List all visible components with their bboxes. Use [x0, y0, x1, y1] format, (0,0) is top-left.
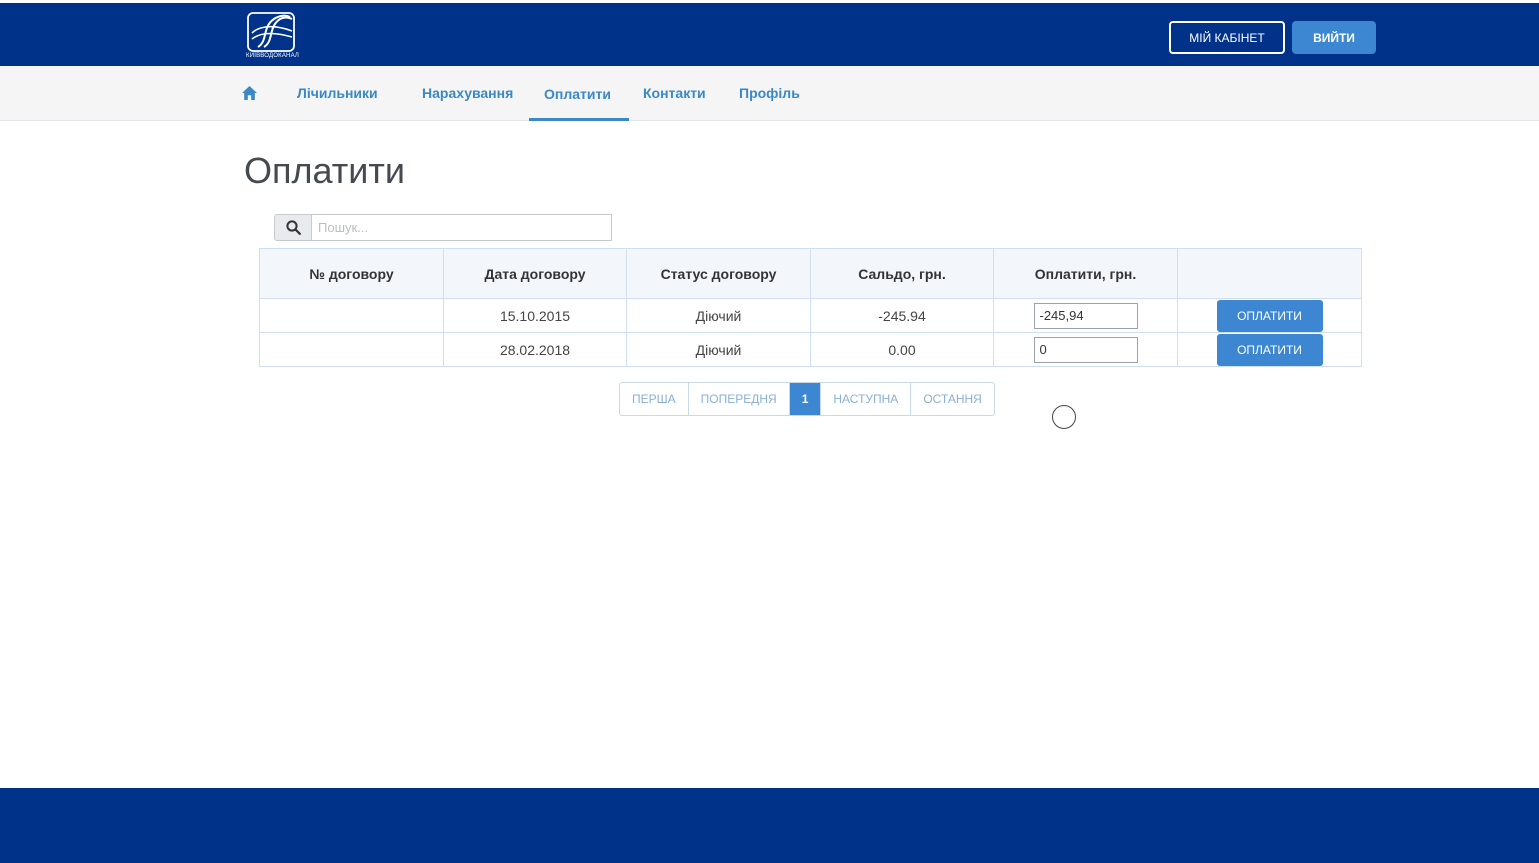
- my-cabinet-button[interactable]: МІЙ КАБІНЕТ: [1169, 21, 1285, 54]
- top-header: КИЇВВОДОКАНАЛ МІЙ КАБІНЕТ ВИЙТИ: [0, 0, 1539, 66]
- pay-action-cell: ОПЛАТИТИ: [1177, 332, 1362, 367]
- main-nav: Лічильники Нарахування Оплатити Контакти…: [0, 66, 1539, 121]
- pay-action-cell: ОПЛАТИТИ: [1177, 298, 1362, 333]
- table-header-row: № договору Дата договору Статус договору…: [259, 248, 1362, 299]
- search-icon[interactable]: [274, 214, 312, 241]
- saldo-cell: 0.00: [810, 332, 994, 367]
- search-input[interactable]: [312, 214, 612, 241]
- pay-button[interactable]: ОПЛАТИТИ: [1216, 333, 1323, 366]
- search-bar: [274, 214, 612, 241]
- pagination: ПЕРША ПОПЕРЕДНЯ 1 НАСТУПНА ОСТАННЯ: [619, 382, 995, 416]
- pagination-last[interactable]: ОСТАННЯ: [911, 383, 994, 415]
- column-header-status: Статус договору: [626, 248, 811, 299]
- logo-text: КИЇВВОДОКАНАЛ: [246, 53, 300, 59]
- pay-amount-input[interactable]: [1033, 302, 1138, 329]
- logo-icon: [247, 12, 295, 52]
- nav-item-meters[interactable]: Лічильники: [297, 85, 378, 101]
- table-row: 15.10.2015 Діючий -245.94 ОПЛАТИТИ: [259, 298, 1362, 333]
- pagination-first[interactable]: ПЕРША: [620, 383, 689, 415]
- nav-item-contacts[interactable]: Контакти: [643, 85, 706, 101]
- contract-number-cell: [259, 298, 444, 333]
- home-icon[interactable]: [241, 85, 258, 101]
- footer: [0, 788, 1539, 863]
- pay-button[interactable]: ОПЛАТИТИ: [1216, 299, 1323, 332]
- column-header-pay: Оплатити, грн.: [993, 248, 1178, 299]
- pagination-prev[interactable]: ПОПЕРЕДНЯ: [689, 383, 790, 415]
- logo[interactable]: КИЇВВОДОКАНАЛ: [246, 11, 300, 63]
- column-header-action: [1177, 248, 1362, 299]
- column-header-saldo: Сальдо, грн.: [810, 248, 994, 299]
- contracts-table: № договору Дата договору Статус договору…: [259, 248, 1362, 367]
- pay-amount-input[interactable]: [1033, 336, 1138, 363]
- saldo-cell: -245.94: [810, 298, 994, 333]
- pay-amount-cell: [993, 332, 1178, 367]
- nav-active-indicator: [529, 118, 629, 121]
- contract-date-cell: 28.02.2018: [443, 332, 627, 367]
- table-row: 28.02.2018 Діючий 0.00 ОПЛАТИТИ: [259, 332, 1362, 367]
- pagination-next[interactable]: НАСТУПНА: [821, 383, 912, 415]
- contract-status-cell: Діючий: [626, 298, 811, 333]
- page-title: Оплатити: [244, 150, 405, 191]
- pay-amount-cell: [993, 298, 1178, 333]
- cursor-indicator: [1052, 405, 1076, 429]
- nav-item-pay[interactable]: Оплатити: [544, 86, 611, 102]
- nav-item-charges[interactable]: Нарахування: [422, 85, 513, 101]
- contract-status-cell: Діючий: [626, 332, 811, 367]
- nav-item-profile[interactable]: Профіль: [739, 85, 800, 101]
- contract-date-cell: 15.10.2015: [443, 298, 627, 333]
- pagination-current-page[interactable]: 1: [789, 383, 822, 415]
- exit-button[interactable]: ВИЙТИ: [1292, 21, 1376, 54]
- contract-number-cell: [259, 332, 444, 367]
- column-header-number: № договору: [259, 248, 444, 299]
- column-header-date: Дата договору: [443, 248, 627, 299]
